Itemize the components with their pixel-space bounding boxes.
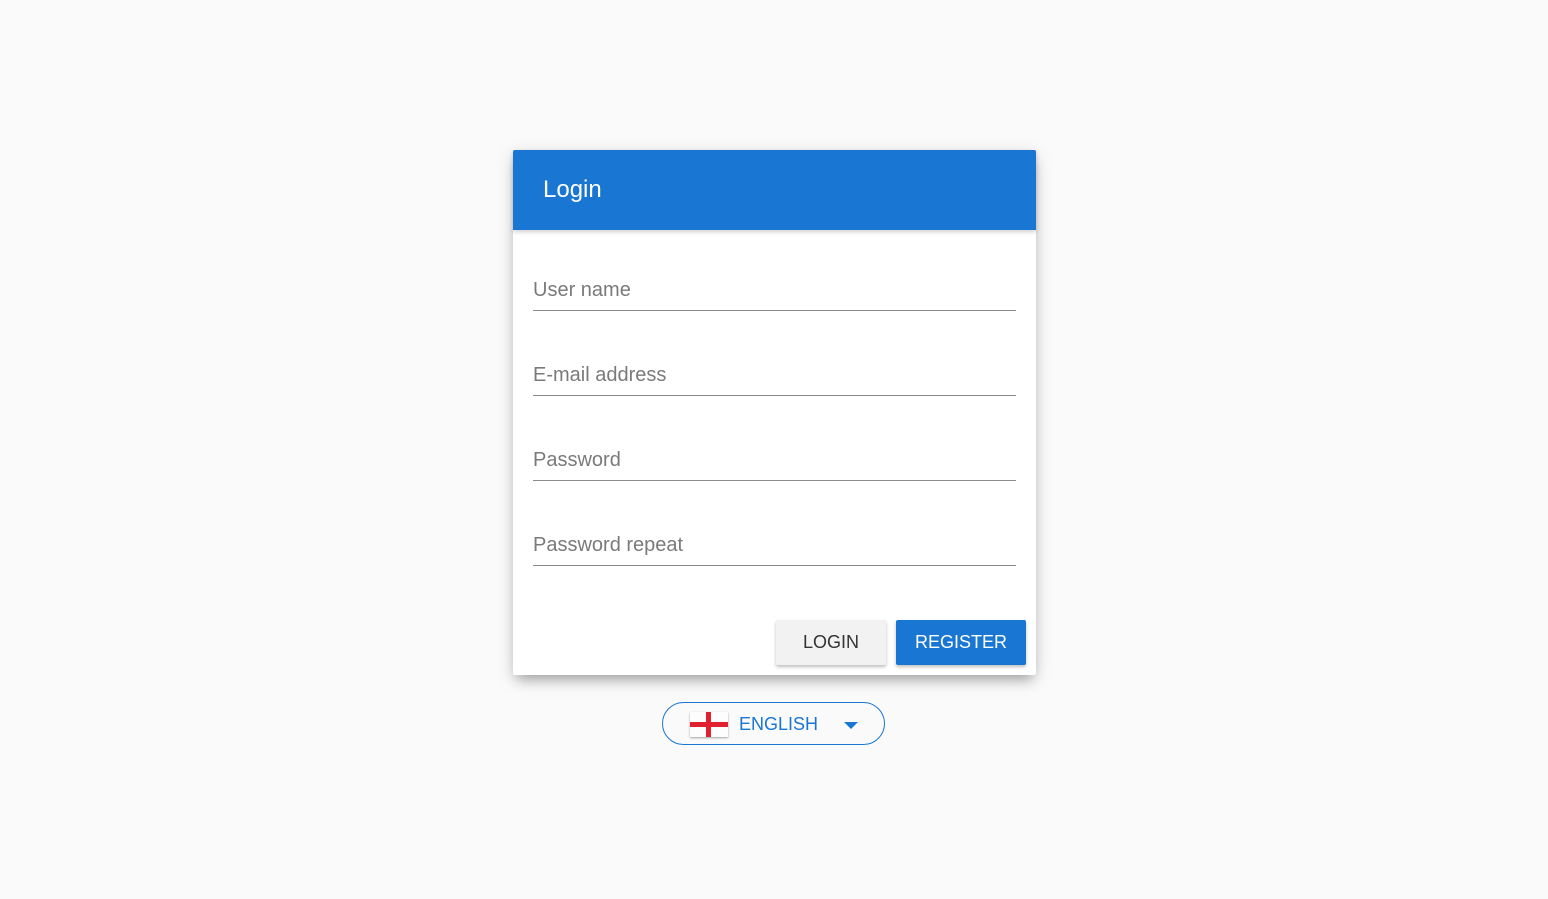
dialog-title: Login — [543, 176, 602, 203]
language-label: ENGLISH — [739, 714, 819, 734]
email-input[interactable] — [533, 364, 1016, 387]
password-input[interactable] — [533, 449, 1016, 472]
flag-cross-vertical — [706, 712, 711, 737]
username-field[interactable] — [533, 270, 1016, 311]
register-button[interactable]: REGISTER — [896, 620, 1026, 665]
login-dialog: Login LOGIN REGISTER — [513, 150, 1036, 675]
password-repeat-field[interactable] — [533, 525, 1016, 566]
dialog-header: Login — [513, 150, 1036, 230]
language-selector[interactable]: ENGLISH — [662, 702, 885, 745]
email-field[interactable] — [533, 355, 1016, 396]
username-input[interactable] — [533, 279, 1016, 302]
caret-down-icon — [844, 722, 858, 729]
login-button[interactable]: LOGIN — [776, 620, 886, 665]
england-flag-icon — [690, 712, 728, 737]
password-repeat-input[interactable] — [533, 534, 1016, 557]
password-field[interactable] — [533, 440, 1016, 481]
